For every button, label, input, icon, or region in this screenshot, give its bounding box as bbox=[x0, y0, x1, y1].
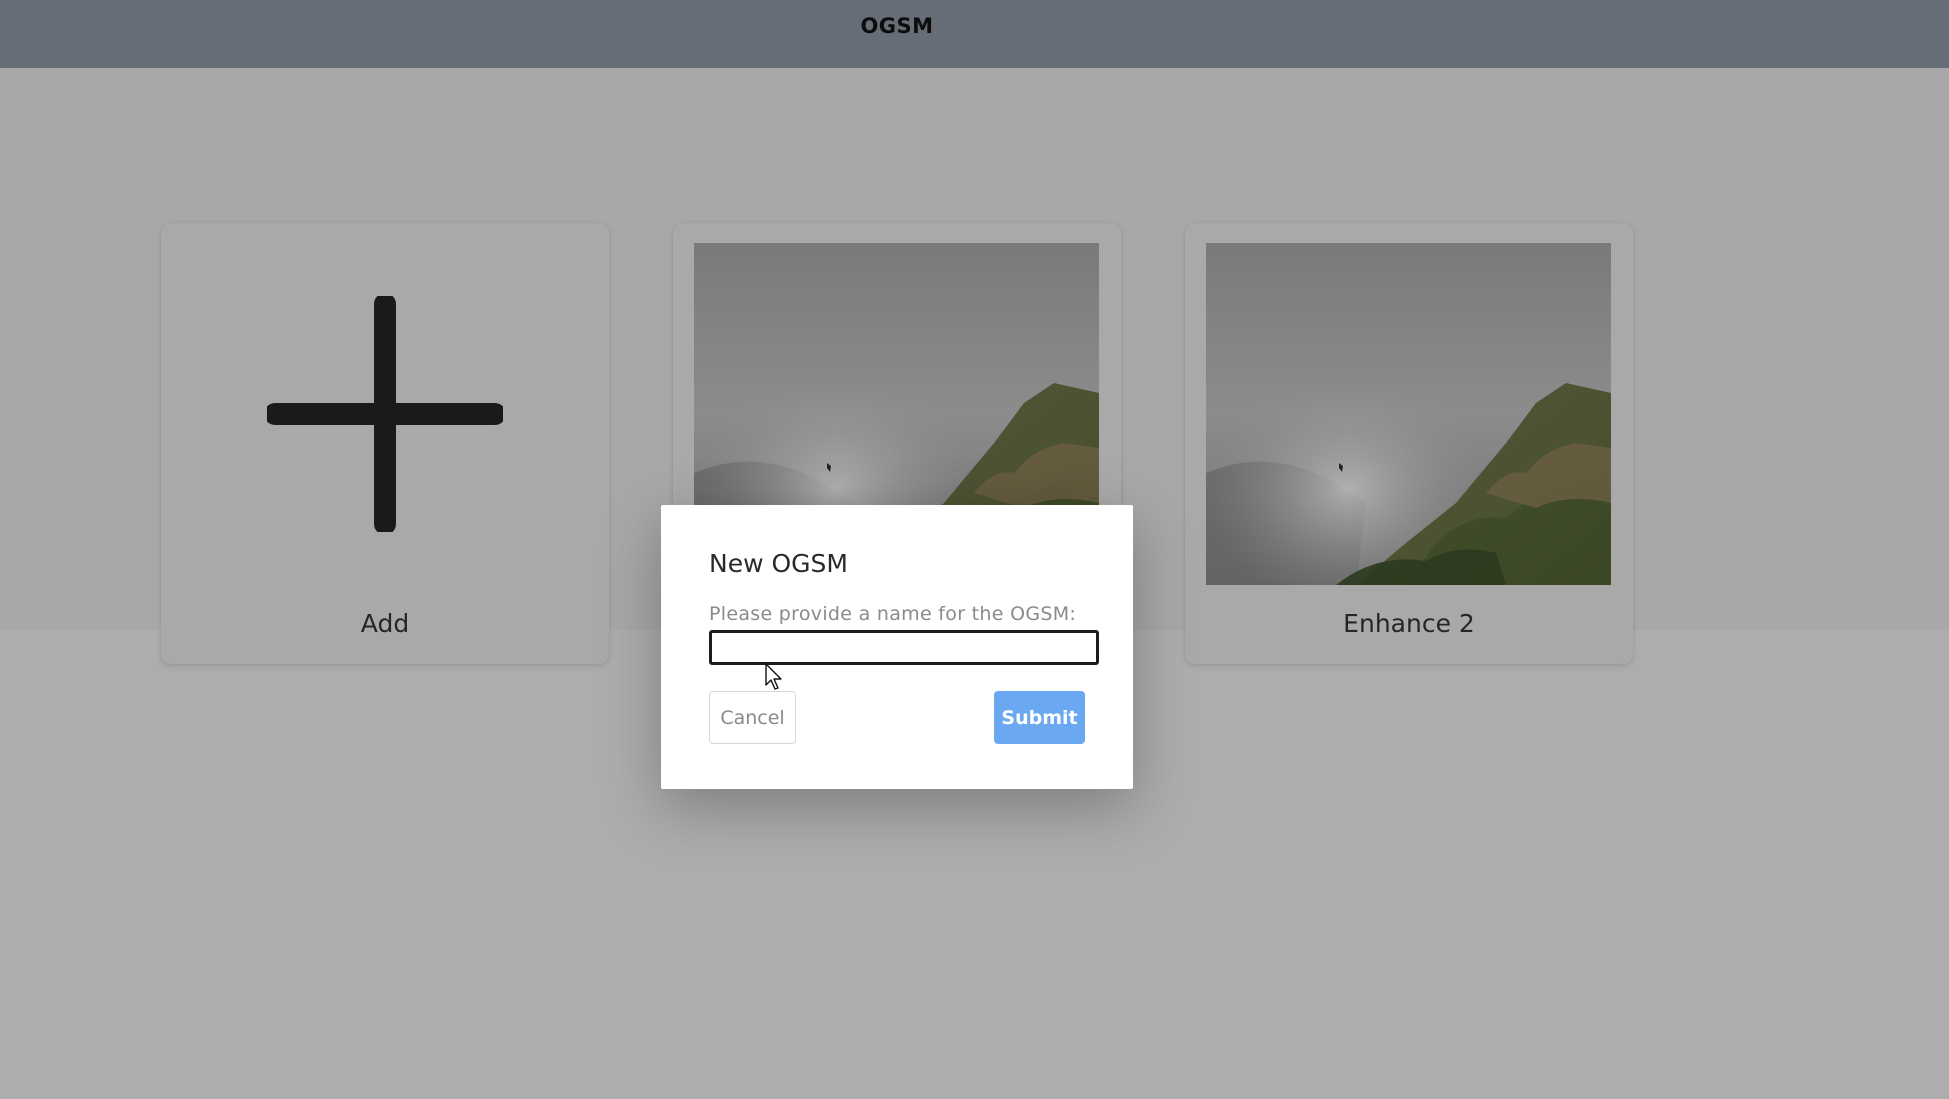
cancel-button[interactable]: Cancel bbox=[709, 691, 796, 744]
dialog-title: New OGSM bbox=[709, 549, 848, 578]
app-title: OGSM bbox=[860, 14, 934, 38]
ogsm-name-input[interactable] bbox=[709, 630, 1099, 665]
add-card[interactable]: Add bbox=[161, 223, 609, 664]
card-label: Add bbox=[360, 609, 410, 638]
ogsm-card[interactable]: Enhance 2 bbox=[1185, 223, 1633, 664]
dialog-prompt: Please provide a name for the OGSM: bbox=[709, 603, 1077, 625]
mouse-pointer-icon bbox=[765, 663, 782, 690]
app-header: OGSM bbox=[0, 0, 1949, 68]
card-label: Enhance 2 bbox=[1343, 609, 1475, 638]
card-thumbnail-image bbox=[1206, 243, 1611, 585]
submit-button[interactable]: Submit bbox=[994, 691, 1085, 744]
plus-icon bbox=[267, 296, 503, 532]
new-ogsm-dialog: New OGSM Please provide a name for the O… bbox=[661, 505, 1133, 789]
